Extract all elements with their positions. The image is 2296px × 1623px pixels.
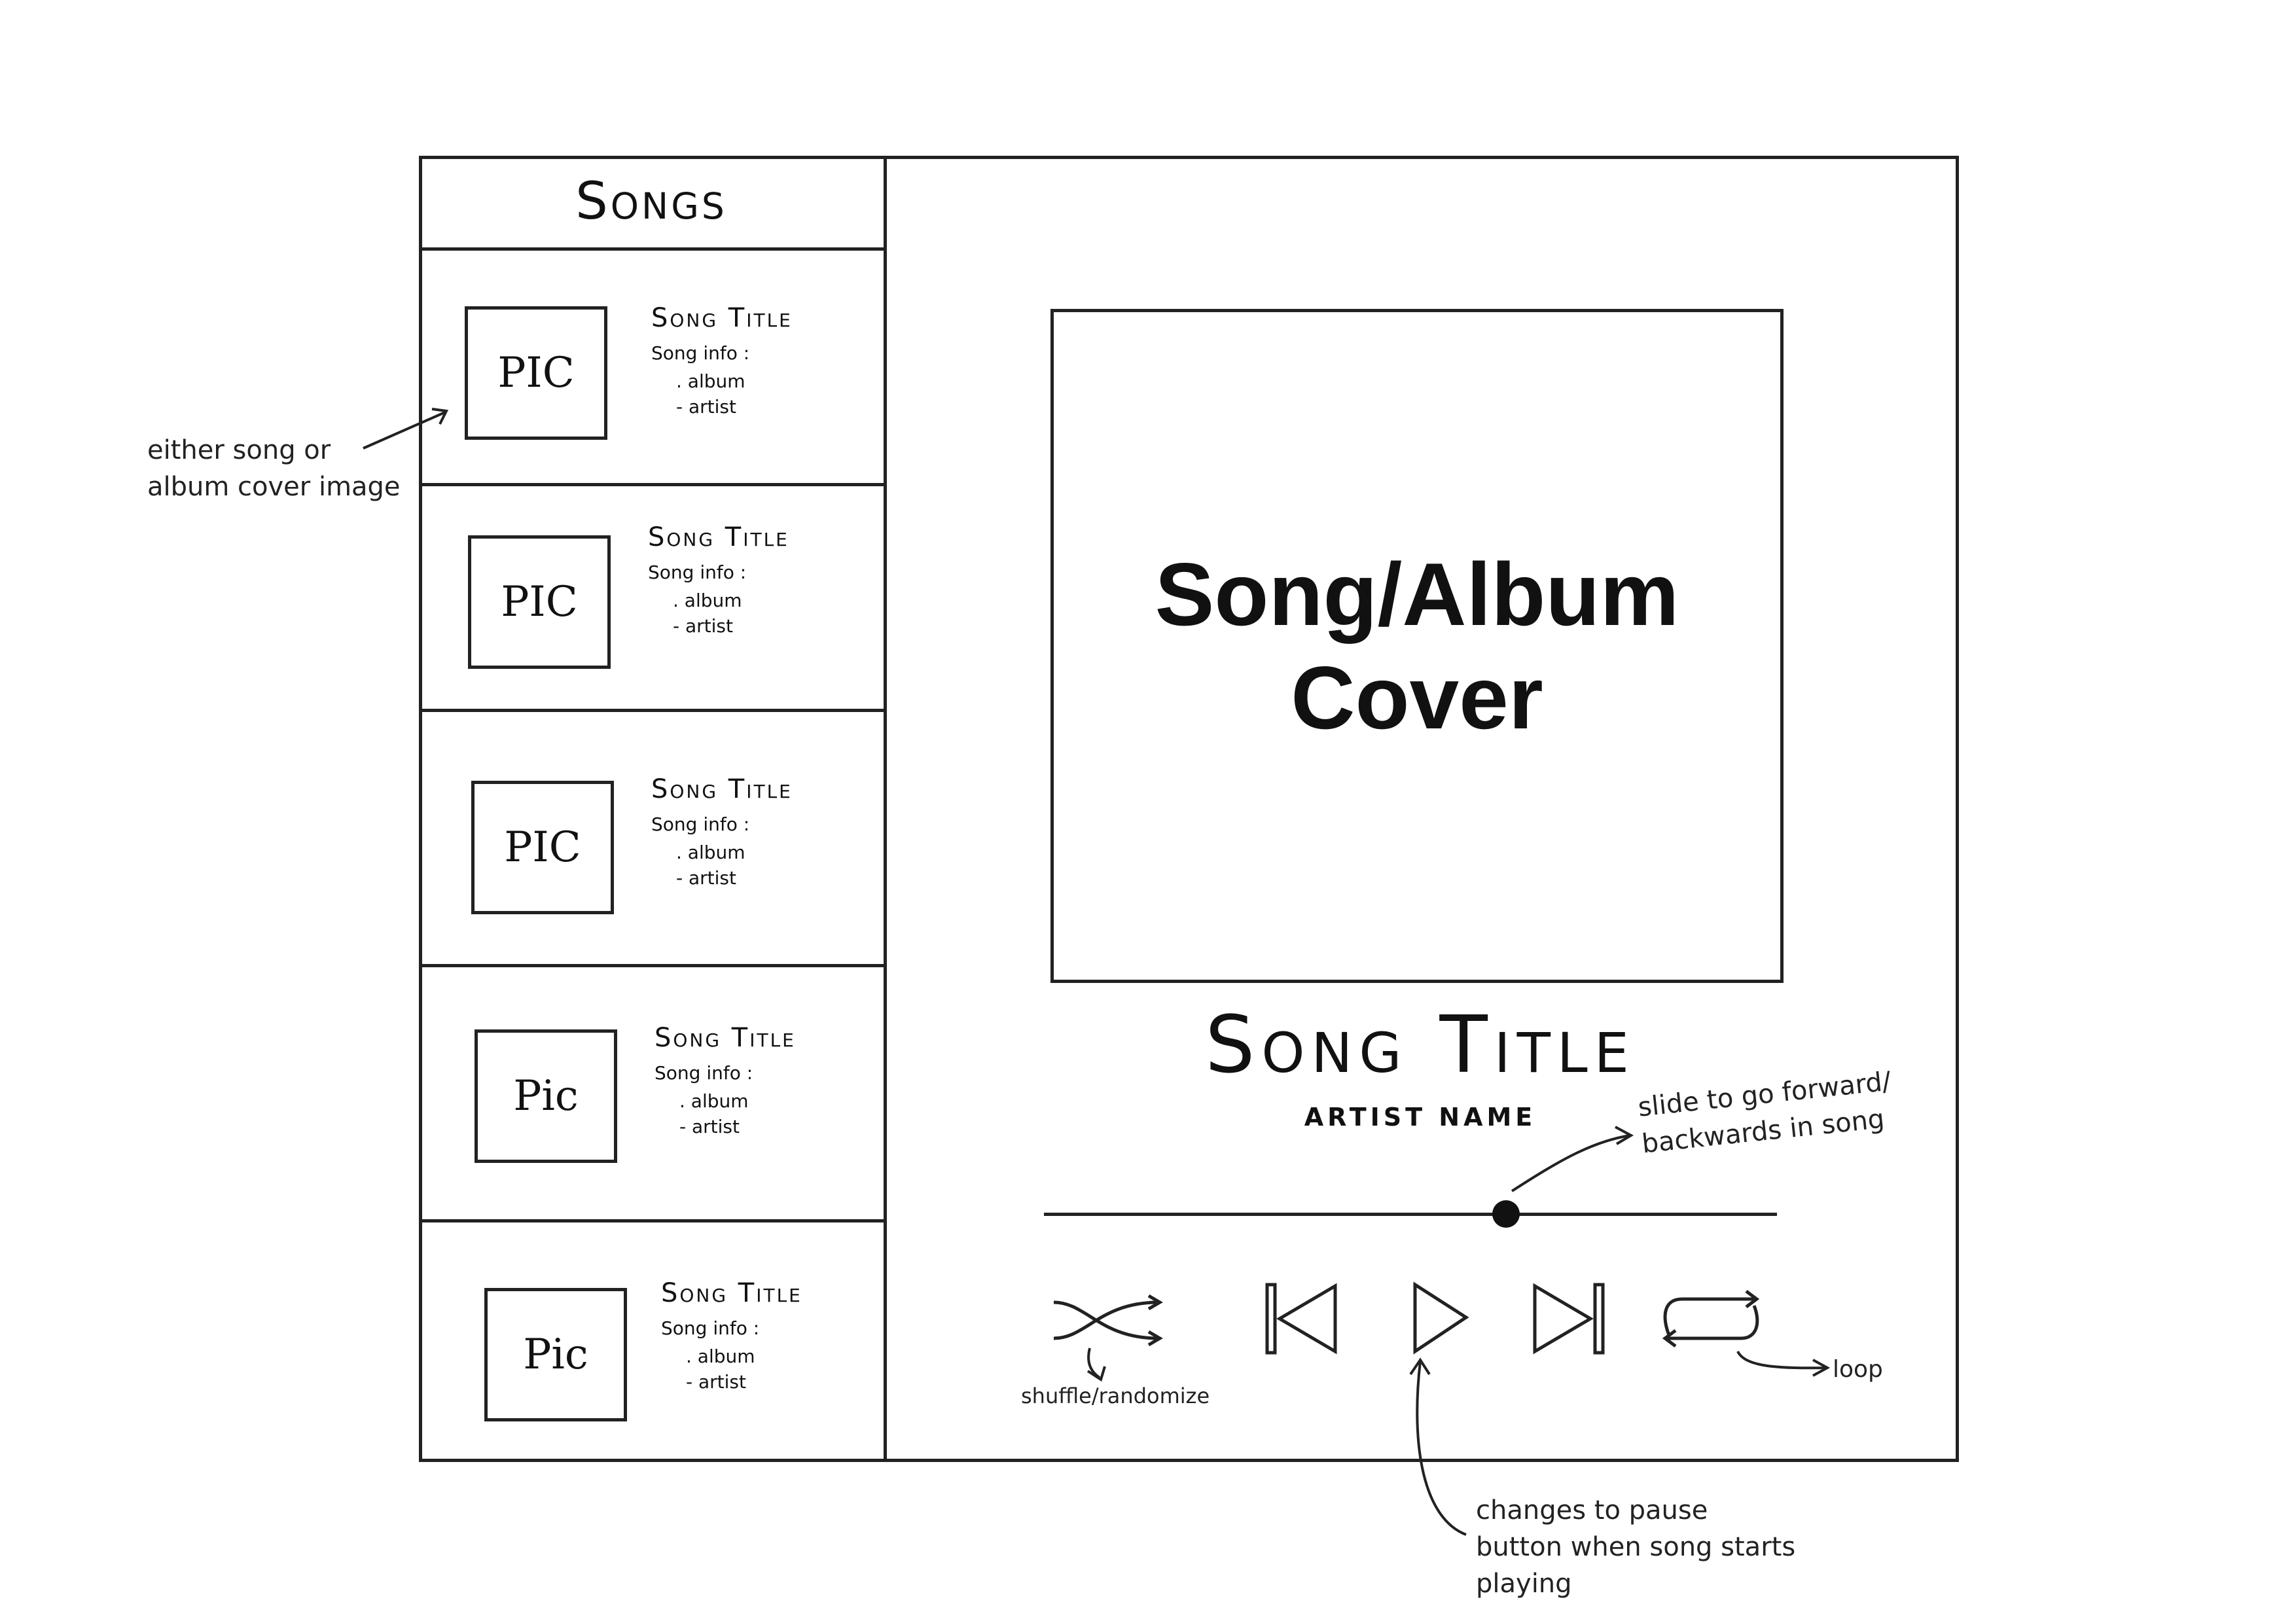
annotation-arrows [363,408,1831,1536]
